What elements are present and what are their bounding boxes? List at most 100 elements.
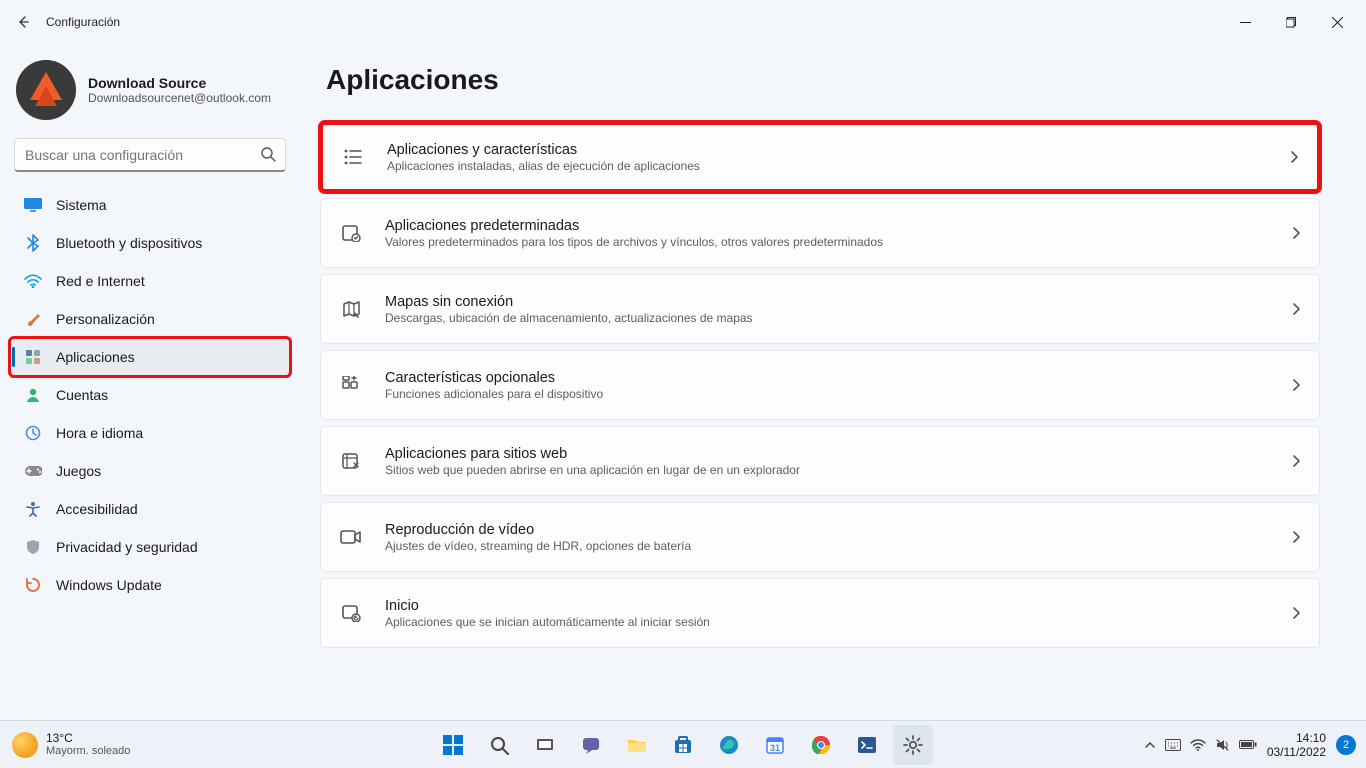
sidebar-item-7[interactable]: Juegos (10, 452, 290, 490)
svg-text:31: 31 (770, 743, 780, 753)
card-title: Mapas sin conexión (385, 294, 1291, 310)
sidebar: Download Source Downloadsourcenet@outloo… (0, 44, 300, 720)
title-bar: Configuración (0, 0, 1366, 44)
task-view-button[interactable] (525, 725, 565, 765)
start-button[interactable] (433, 725, 473, 765)
card-texts: Características opcionalesFunciones adic… (385, 370, 1291, 401)
settings-card-3[interactable]: Características opcionalesFunciones adic… (320, 350, 1320, 420)
chevron-up-icon (1144, 739, 1156, 751)
sidebar-item-label: Juegos (56, 463, 101, 479)
store-button[interactable] (663, 725, 703, 765)
card-desc: Valores predeterminados para los tipos d… (385, 235, 1291, 249)
maximize-icon (1286, 17, 1297, 28)
card-texts: InicioAplicaciones que se inician automá… (385, 598, 1291, 629)
sidebar-item-label: Personalización (56, 311, 155, 327)
card-texts: Aplicaciones predeterminadasValores pred… (385, 218, 1291, 249)
sidebar-item-0[interactable]: Sistema (10, 186, 290, 224)
profile-block[interactable]: Download Source Downloadsourcenet@outloo… (10, 56, 290, 134)
explorer-button[interactable] (617, 725, 657, 765)
taskbar-search-button[interactable] (479, 725, 519, 765)
profile-name: Download Source (88, 75, 271, 91)
chevron-right-icon (1291, 606, 1301, 620)
settings-card-6[interactable]: InicioAplicaciones que se inician automá… (320, 578, 1320, 648)
system-tray[interactable] (1144, 738, 1257, 752)
card-texts: Aplicaciones y característicasAplicacion… (387, 142, 1289, 173)
features-icon (339, 376, 363, 394)
chrome-icon (810, 734, 832, 756)
sidebar-item-6[interactable]: Hora e idioma (10, 414, 290, 452)
settings-card-5[interactable]: Reproducción de vídeoAjustes de vídeo, s… (320, 502, 1320, 572)
card-texts: Mapas sin conexiónDescargas, ubicación d… (385, 294, 1291, 325)
settings-card-4[interactable]: Aplicaciones para sitios webSitios web q… (320, 426, 1320, 496)
sidebar-item-5[interactable]: Cuentas (10, 376, 290, 414)
person-icon (24, 386, 42, 404)
card-title: Aplicaciones y características (387, 142, 1289, 158)
gear-icon (902, 734, 924, 756)
search-box (14, 138, 286, 172)
search-input[interactable] (14, 138, 286, 172)
sidebar-item-3[interactable]: Personalización (10, 300, 290, 338)
accessibility-icon (24, 500, 42, 518)
wifi-tray-icon (1190, 739, 1206, 751)
avatar (16, 60, 76, 120)
settings-card-1[interactable]: Aplicaciones predeterminadasValores pred… (320, 198, 1320, 268)
card-desc: Aplicaciones que se inician automáticame… (385, 615, 1291, 629)
chevron-right-icon (1291, 378, 1301, 392)
sidebar-item-8[interactable]: Accesibilidad (10, 490, 290, 528)
close-button[interactable] (1314, 6, 1360, 38)
update-icon (24, 576, 42, 594)
edge-button[interactable] (709, 725, 749, 765)
settings-card-2[interactable]: Mapas sin conexiónDescargas, ubicación d… (320, 274, 1320, 344)
windows-icon (441, 733, 465, 757)
chevron-right-icon (1289, 150, 1299, 164)
page-title: Aplicaciones (326, 64, 1326, 96)
volume-icon (1215, 738, 1230, 752)
sidebar-item-label: Cuentas (56, 387, 108, 403)
taskbar-right: 14:10 03/11/2022 2 (1144, 731, 1366, 759)
maximize-button[interactable] (1268, 6, 1314, 38)
bluetooth-icon (24, 234, 42, 252)
store-icon (672, 734, 694, 756)
terminal-button[interactable] (847, 725, 887, 765)
taskbar: 13°C Mayorm. soleado 31 14:10 03/11/2022… (0, 720, 1366, 768)
chat-icon (580, 734, 602, 756)
chrome-button[interactable] (801, 725, 841, 765)
minimize-button[interactable] (1222, 6, 1268, 38)
search-icon (488, 734, 510, 756)
card-desc: Aplicaciones instaladas, alias de ejecuc… (387, 159, 1289, 173)
sidebar-item-label: Aplicaciones (56, 349, 135, 365)
card-title: Características opcionales (385, 370, 1291, 386)
calendar-icon: 31 (764, 734, 786, 756)
clock[interactable]: 14:10 03/11/2022 (1267, 731, 1326, 759)
sidebar-item-1[interactable]: Bluetooth y dispositivos (10, 224, 290, 262)
profile-email: Downloadsourcenet@outlook.com (88, 91, 271, 105)
card-title: Inicio (385, 598, 1291, 614)
sidebar-item-10[interactable]: Windows Update (10, 566, 290, 604)
sidebar-item-label: Hora e idioma (56, 425, 143, 441)
sidebar-item-2[interactable]: Red e Internet (10, 262, 290, 300)
gamepad-icon (24, 462, 42, 480)
back-button[interactable] (6, 5, 40, 39)
card-title: Aplicaciones predeterminadas (385, 218, 1291, 234)
list-icon (341, 148, 365, 166)
chevron-right-icon (1291, 454, 1301, 468)
card-desc: Funciones adicionales para el dispositiv… (385, 387, 1291, 401)
sidebar-item-label: Red e Internet (56, 273, 145, 289)
sidebar-item-9[interactable]: Privacidad y seguridad (10, 528, 290, 566)
settings-card-0[interactable]: Aplicaciones y característicasAplicacion… (320, 122, 1320, 192)
weather-desc: Mayorm. soleado (46, 745, 130, 758)
map-icon (339, 300, 363, 318)
notification-badge[interactable]: 2 (1336, 735, 1356, 755)
startup-icon (339, 604, 363, 622)
arrow-left-icon (15, 14, 31, 30)
chat-button[interactable] (571, 725, 611, 765)
nav-list: SistemaBluetooth y dispositivos Red e Int… (10, 186, 290, 604)
settings-taskbar-button[interactable] (893, 725, 933, 765)
shield-icon (24, 538, 42, 556)
calendar-button[interactable]: 31 (755, 725, 795, 765)
apps-icon (24, 348, 42, 366)
weather-temp: 13°C (46, 732, 130, 745)
weather-icon (12, 732, 38, 758)
weather-widget[interactable]: 13°C Mayorm. soleado (0, 732, 130, 758)
sidebar-item-4[interactable]: Aplicaciones (10, 338, 290, 376)
